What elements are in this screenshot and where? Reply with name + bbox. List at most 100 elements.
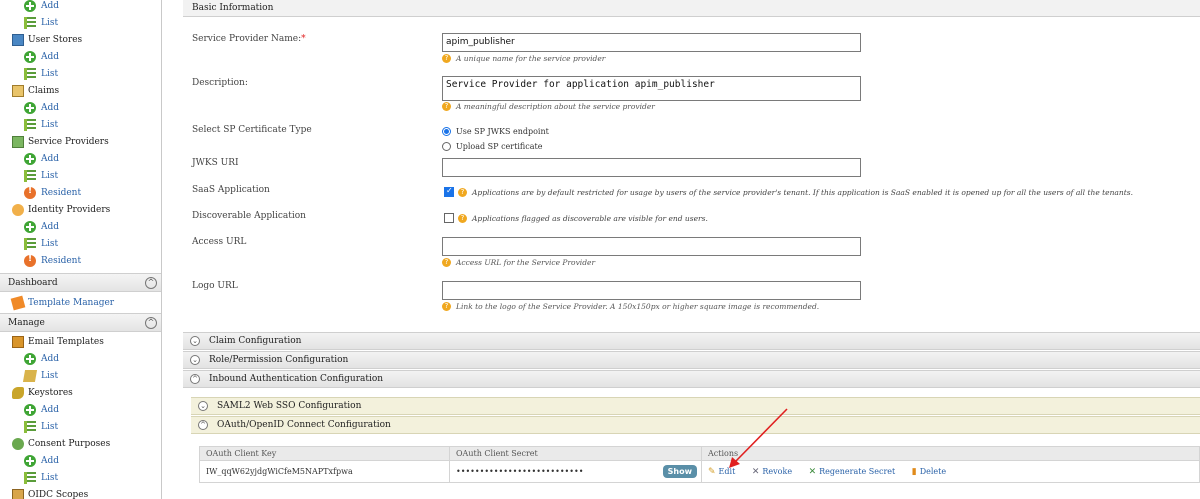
saas-checkbox[interactable]: ?Applications are by default restricted … (444, 186, 1133, 197)
discoverable-checkbox[interactable]: ? Applications flagged as discoverable ar… (444, 213, 708, 223)
sidebar-item-idp-resident[interactable]: Resident (0, 252, 161, 269)
list-icon (24, 118, 36, 131)
checkbox-checked-icon[interactable] (444, 186, 454, 197)
trash-icon: ▮ (911, 466, 917, 477)
saml2-web-sso-configuration-header[interactable]: ⌄ SAML2 Web SSO Configuration (191, 397, 1200, 415)
sidebar-item-sp-list[interactable]: List (0, 167, 161, 184)
sidebar-item-user-stores-add[interactable]: Add (0, 48, 161, 65)
radio-selected-icon (442, 127, 451, 136)
checkbox-unchecked-icon[interactable] (444, 213, 454, 223)
sidebar-item-template-manager[interactable]: Template Manager (0, 294, 161, 311)
table-row: IW_qqW62yjdgWiCfeM5NAPTxfpwa •••••••••••… (199, 460, 1200, 483)
app-window: Add List User Stores Add List Claims Add… (0, 0, 1200, 499)
delete-link[interactable]: ▮ Delete (912, 467, 946, 477)
sidebar-item-user-stores[interactable]: User Stores (0, 31, 161, 48)
sidebar-item-keystores[interactable]: Keystores (0, 384, 161, 401)
role-permission-configuration-header[interactable]: ⌄ Role/Permission Configuration (183, 351, 1200, 369)
sidebar-item-list[interactable]: List (0, 14, 161, 31)
jwks-uri-input[interactable] (442, 158, 861, 177)
sidebar-item-oidc-scopes[interactable]: OIDC Scopes (0, 486, 161, 499)
sp-name-label: Service Provider Name:* (192, 34, 306, 44)
description-hint: ? A meaningful description about the serv… (442, 102, 655, 111)
cert-type-upload-radio[interactable]: Upload SP certificate (442, 142, 542, 151)
claim-configuration-header[interactable]: ⌄ Claim Configuration (183, 332, 1200, 350)
sp-name-hint: ? A unique name for the service provider (442, 54, 605, 63)
claims-icon (12, 84, 24, 97)
sidebar-item-consent-list[interactable]: List (0, 469, 161, 486)
sidebar-item-user-stores-list[interactable]: List (0, 65, 161, 82)
sidebar-item-idp-list[interactable]: List (0, 235, 161, 252)
identity-provider-icon (12, 203, 24, 216)
help-icon: ? (442, 102, 451, 111)
table-header-row: OAuth Client Key OAuth Client Secret Act… (199, 446, 1200, 461)
help-icon: ? (458, 187, 467, 197)
edit-link[interactable]: ✎ Edit (708, 467, 735, 477)
resident-icon (24, 186, 36, 199)
list-icon (24, 237, 36, 250)
sidebar-item-email-add[interactable]: Add (0, 350, 161, 367)
collapse-icon[interactable]: ^ (145, 277, 157, 289)
oauth-credentials-table: OAuth Client Key OAuth Client Secret Act… (199, 446, 1200, 483)
help-icon: ? (442, 302, 451, 311)
column-header-client-secret: OAuth Client Secret (449, 446, 702, 461)
plus-icon (24, 454, 36, 467)
sidebar-item-email-list[interactable]: List (0, 367, 161, 384)
regenerate-secret-link[interactable]: ✕ Regenerate Secret (809, 467, 896, 477)
actions-cell: ✎ Edit ✕ Revoke ✕ Regenerate Secret ▮ Delete (701, 460, 1200, 483)
sidebar-item-claims-add-top[interactable]: Add (0, 0, 161, 14)
description-textarea[interactable]: Service Provider for application apim_pu… (442, 76, 861, 101)
description-label: Description: (192, 78, 248, 88)
revoke-link[interactable]: ✕ Revoke (752, 467, 792, 477)
list-icon (24, 169, 36, 182)
sidebar-item-keystores-list[interactable]: List (0, 418, 161, 435)
sidebar-item-identity-providers[interactable]: Identity Providers (0, 201, 161, 218)
required-mark: * (301, 34, 306, 44)
expand-icon: ⌄ (198, 401, 208, 411)
sidebar-item-service-providers[interactable]: Service Providers (0, 133, 161, 150)
sidebar-item-claims[interactable]: Claims (0, 82, 161, 99)
plus-icon (24, 50, 36, 63)
sidebar-item-consent-purposes[interactable]: Consent Purposes (0, 435, 161, 452)
oauth-openid-connect-configuration-header[interactable]: ^ OAuth/OpenID Connect Configuration (191, 416, 1200, 434)
revoke-icon: ✕ (751, 466, 760, 477)
sp-name-input[interactable]: apim_publisher (442, 33, 861, 52)
sidebar-item-idp-add[interactable]: Add (0, 218, 161, 235)
client-secret-cell: ••••••••••••••••••••••••••• Show (449, 460, 702, 483)
sidebar-item-sp-resident[interactable]: Resident (0, 184, 161, 201)
logo-url-input[interactable] (442, 281, 861, 300)
plus-icon (24, 220, 36, 233)
sidebar-item-keystores-add[interactable]: Add (0, 401, 161, 418)
plus-icon (24, 403, 36, 416)
edit-icon: ✎ (708, 466, 716, 477)
expand-icon: ⌄ (190, 336, 200, 346)
cert-type-jwks-radio[interactable]: Use SP JWKS endpoint (442, 127, 549, 136)
help-icon: ? (442, 54, 451, 63)
email-template-icon (12, 335, 24, 348)
logo-url-label: Logo URL (192, 281, 238, 291)
client-secret-masked: ••••••••••••••••••••••••••• (456, 467, 584, 476)
access-url-input[interactable] (442, 237, 861, 256)
sidebar-section-manage[interactable]: Manage ^ (0, 313, 161, 332)
list-icon (24, 16, 36, 29)
sidebar-section-dashboard[interactable]: Dashboard ^ (0, 273, 161, 292)
collapse-icon[interactable]: ^ (145, 317, 157, 329)
sidebar-item-claims-add[interactable]: Add (0, 99, 161, 116)
main-content: Basic Information Service Provider Name:… (183, 0, 1200, 499)
regenerate-icon: ✕ (808, 466, 817, 477)
help-icon: ? (458, 213, 467, 223)
saas-label: SaaS Application (192, 185, 270, 195)
inbound-authentication-configuration-header[interactable]: ^ Inbound Authentication Configuration (183, 370, 1200, 388)
column-header-actions: Actions (701, 446, 1200, 461)
column-header-client-key: OAuth Client Key (199, 446, 450, 461)
sidebar-item-consent-add[interactable]: Add (0, 452, 161, 469)
cert-type-label: Select SP Certificate Type (192, 125, 312, 135)
discoverable-label: Discoverable Application (192, 211, 306, 221)
plus-icon (24, 152, 36, 165)
sidebar-item-email-templates[interactable]: Email Templates (0, 333, 161, 350)
help-icon: ? (442, 258, 451, 267)
sidebar-item-claims-list[interactable]: List (0, 116, 161, 133)
jwks-uri-label: JWKS URI (192, 158, 239, 168)
sidebar-item-sp-add[interactable]: Add (0, 150, 161, 167)
show-secret-button[interactable]: Show (662, 465, 697, 478)
radio-unselected-icon (442, 142, 451, 151)
